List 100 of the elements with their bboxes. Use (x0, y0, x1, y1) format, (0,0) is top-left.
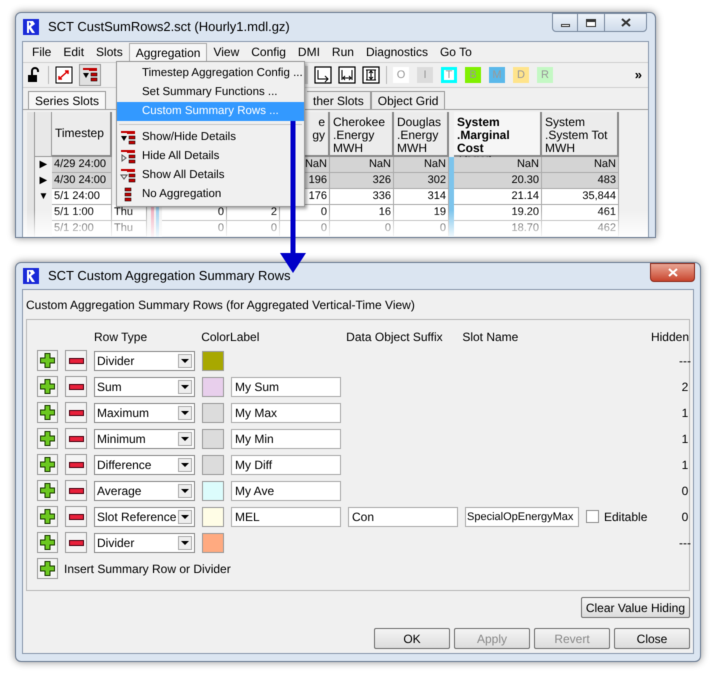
add-row-button[interactable] (37, 506, 58, 527)
add-row-button[interactable] (37, 454, 58, 475)
color-swatch[interactable] (202, 480, 224, 500)
menu-item[interactable]: View (207, 42, 246, 62)
menu-item[interactable]: Run (326, 42, 360, 62)
insert-row-button[interactable] (37, 558, 58, 579)
maximize-button[interactable] (578, 13, 604, 32)
add-row-button[interactable] (37, 350, 58, 371)
column-header[interactable]: Timestep (52, 112, 112, 157)
minus-icon (68, 384, 84, 390)
column-width-icon[interactable] (338, 66, 356, 84)
menu-item[interactable]: Config (245, 42, 292, 62)
add-row-button[interactable] (37, 480, 58, 501)
expand-toggle[interactable]: ▼ (38, 192, 48, 202)
menu-item[interactable]: Edit (57, 42, 90, 62)
slot-name-field[interactable]: SpecialOpEnergyMax (465, 506, 579, 526)
column-width-icon[interactable] (314, 66, 332, 84)
color-swatch[interactable] (202, 376, 224, 396)
color-swatch[interactable] (202, 350, 224, 370)
remove-row-button[interactable] (65, 506, 87, 527)
table-cell: 18.70 (454, 221, 542, 237)
details-toggle-button[interactable] (79, 64, 101, 86)
row-type-dropdown[interactable]: Slot Reference (94, 506, 195, 526)
remove-row-button[interactable] (65, 376, 87, 397)
details-icon (120, 148, 136, 164)
column-header[interactable]: System .System Tot MWH (542, 112, 619, 157)
menu-item[interactable]: File (26, 42, 58, 62)
remove-row-button[interactable] (65, 428, 87, 449)
close-icon (668, 268, 678, 277)
label-field[interactable]: My Ave (231, 480, 341, 500)
expand-toggle[interactable]: ▶ (40, 160, 48, 170)
menu-entry[interactable]: Show/Hide Details (117, 128, 242, 147)
menu-entry[interactable]: Show All Details (117, 166, 230, 185)
remove-row-button[interactable] (65, 480, 87, 501)
add-row-button[interactable] (37, 532, 58, 553)
color-swatch[interactable] (202, 454, 224, 474)
column-header: Hidden (650, 329, 689, 346)
close-button[interactable] (604, 13, 647, 32)
label-field[interactable]: My Min (231, 428, 341, 448)
color-swatch[interactable] (202, 428, 224, 448)
table-cell: NaN (542, 157, 619, 173)
insert-row-label: Insert Summary Row or Divider (64, 560, 231, 578)
tab[interactable]: Object Grid (370, 91, 446, 109)
minus-icon (68, 462, 84, 468)
hidden-count: --- (679, 352, 691, 370)
dialog-button[interactable]: OK (374, 628, 450, 649)
hidden-count: --- (679, 534, 691, 552)
tab[interactable]: Series Slots (28, 91, 106, 109)
tab[interactable]: ther Slots (307, 91, 371, 109)
remove-row-button[interactable] (65, 402, 87, 423)
color-swatch[interactable] (202, 532, 224, 552)
table-cell: 0 (162, 221, 227, 237)
close-icon (620, 18, 630, 27)
menu-item[interactable]: Go To (434, 42, 478, 62)
table-cell: 302 (394, 173, 449, 189)
menu-entry[interactable]: Set Summary Functions ... (117, 83, 284, 102)
row-type-dropdown[interactable]: Maximum (94, 402, 195, 422)
overflow-button[interactable]: » (634, 65, 644, 85)
menu-entry[interactable]: Timestep Aggregation Config ... (117, 64, 309, 83)
add-row-button[interactable] (37, 428, 58, 449)
column-width-icon[interactable] (362, 66, 380, 84)
remove-row-button[interactable] (65, 454, 87, 475)
close-button[interactable] (650, 263, 695, 282)
label-field[interactable]: My Sum (231, 376, 341, 396)
row-type-dropdown[interactable]: Average (94, 480, 195, 500)
column-header[interactable]: Douglas .Energy MWH (394, 112, 449, 157)
label-field[interactable]: My Max (231, 402, 341, 422)
row-type-dropdown[interactable]: Difference (94, 454, 195, 474)
table-cell: 5/1 1:00 (52, 205, 112, 221)
swap-arrows-icon[interactable] (55, 66, 73, 84)
add-row-button[interactable] (37, 376, 58, 397)
row-type-dropdown[interactable]: Sum (94, 376, 195, 396)
remove-row-button[interactable] (65, 350, 87, 371)
suffix-field[interactable]: Con (348, 506, 458, 526)
expand-toggle[interactable]: ▶ (40, 176, 48, 186)
menu-item[interactable]: Aggregation (128, 42, 208, 62)
minimize-button[interactable] (552, 13, 578, 32)
table-cell: 314 (394, 189, 449, 205)
column-header[interactable]: System .Marginal Cost (454, 112, 542, 157)
menu-item[interactable]: DMI (292, 42, 326, 62)
column-header[interactable]: Cherokee .Energy MWH (330, 112, 394, 157)
checkbox-label: Editable (604, 508, 648, 526)
add-row-button[interactable] (37, 402, 58, 423)
color-swatch[interactable] (202, 506, 224, 526)
table-cell: 4/30 24:00 (52, 173, 112, 189)
row-type-dropdown[interactable]: Minimum (94, 428, 195, 448)
clear-value-hiding-button[interactable]: Clear Value Hiding (580, 597, 690, 618)
row-type-dropdown[interactable]: Divider (94, 532, 195, 552)
menu-item[interactable]: Slots (90, 42, 129, 62)
menu-entry[interactable]: No Aggregation (117, 185, 228, 204)
color-swatch[interactable] (202, 402, 224, 422)
dialog-button[interactable]: Close (614, 628, 690, 649)
label-field[interactable]: MEL (231, 506, 341, 526)
label-field[interactable]: My Diff (231, 454, 341, 474)
menu-item[interactable]: Diagnostics (360, 42, 434, 62)
remove-row-button[interactable] (65, 532, 87, 553)
lock-icon[interactable] (27, 67, 42, 83)
row-type-dropdown[interactable]: Divider (94, 350, 195, 370)
menu-entry[interactable]: Hide All Details (117, 147, 226, 166)
editable-checkbox[interactable] (586, 510, 599, 523)
